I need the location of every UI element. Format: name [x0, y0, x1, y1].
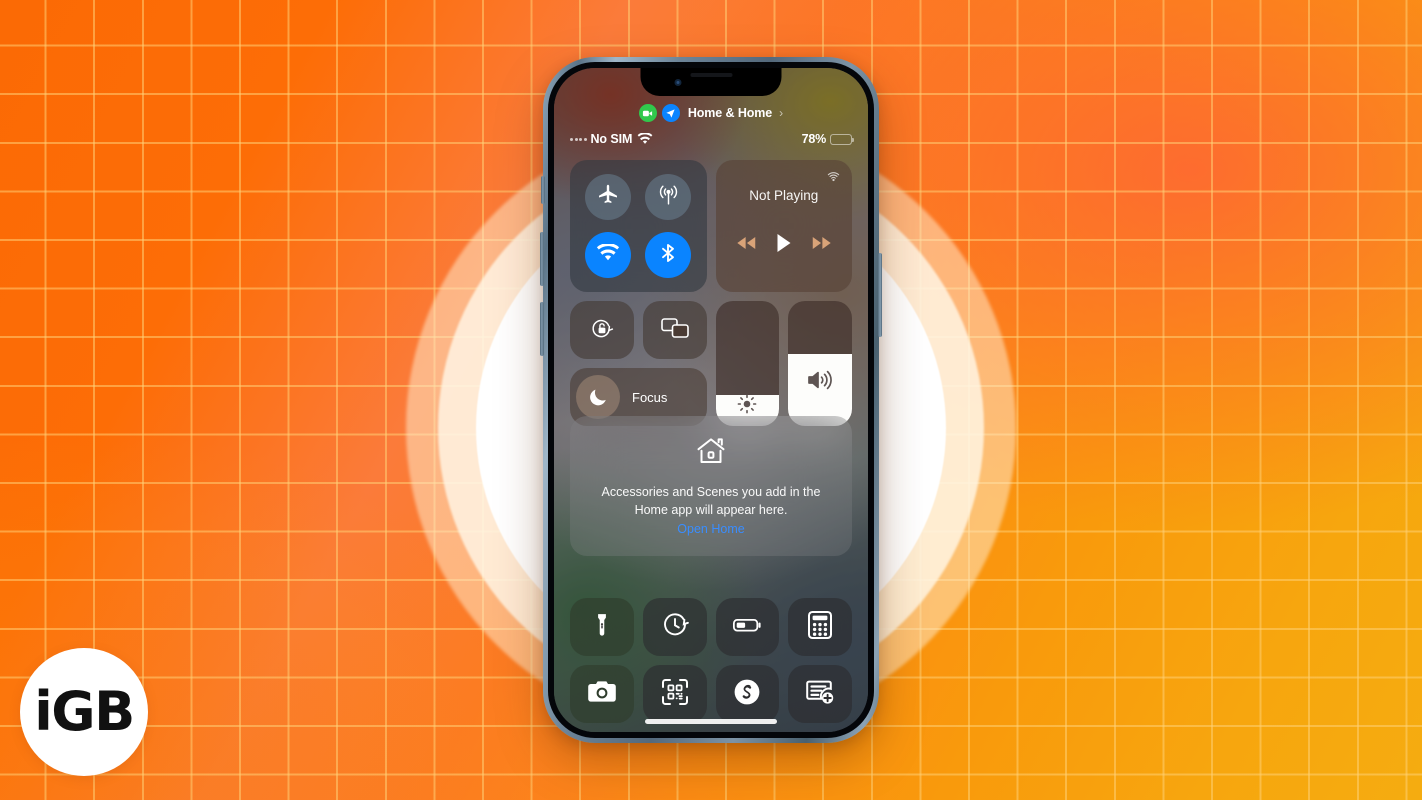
moon-icon	[576, 375, 620, 419]
sliders-column	[715, 301, 852, 426]
earpiece-speaker-icon	[690, 73, 732, 77]
status-bar-right: 78%	[801, 132, 854, 146]
front-camera-icon	[674, 79, 682, 86]
volume-slider[interactable]	[788, 301, 852, 426]
cellular-icon	[656, 182, 681, 212]
battery-icon	[830, 133, 854, 145]
header-title: Home & Home	[687, 106, 773, 120]
screen-mirroring-icon	[660, 315, 690, 346]
fast-forward-icon[interactable]	[811, 236, 832, 255]
signal-strength-dots-icon	[570, 137, 587, 141]
notes-shortcut[interactable]	[788, 665, 852, 723]
connectivity-module[interactable]	[570, 160, 707, 292]
shazam-icon	[733, 678, 761, 711]
camera-icon	[587, 680, 617, 709]
qr-scanner-icon	[661, 678, 689, 711]
open-home-link[interactable]: Open Home	[677, 522, 744, 536]
timer-shortcut[interactable]	[642, 598, 707, 656]
house-icon	[695, 436, 727, 471]
speaker-wave-icon	[788, 368, 852, 392]
bluetooth-icon	[656, 241, 680, 270]
status-bar-left: No SIM	[570, 132, 653, 146]
media-controls	[726, 233, 843, 258]
battery-icon	[732, 615, 762, 640]
battery-percent-label: 78%	[801, 132, 827, 146]
phone-screen: Home & Home › No SIM 78% Not Playing Foc…	[554, 68, 868, 732]
wifi-icon	[596, 242, 620, 267]
camera-shortcut[interactable]	[570, 665, 634, 723]
carrier-label: No SIM	[590, 132, 633, 146]
wifi-icon	[637, 133, 653, 145]
calculator-icon	[808, 610, 833, 644]
rotation-lock-icon	[588, 314, 616, 347]
igb-logo-text: iGB	[34, 680, 135, 743]
chevron-right-icon[interactable]: ›	[779, 106, 783, 120]
flashlight-shortcut[interactable]	[570, 598, 634, 656]
igb-logo: iGB	[20, 648, 148, 776]
focus-label: Focus	[632, 389, 668, 405]
wifi-toggle[interactable]	[585, 232, 632, 278]
timer-icon	[661, 611, 689, 644]
screen-record-icon	[638, 104, 657, 122]
flashlight-icon	[589, 612, 615, 643]
silent-switch-button[interactable]	[541, 176, 545, 204]
shortcuts-grid	[570, 598, 852, 723]
code-scanner-shortcut[interactable]	[642, 665, 707, 723]
small-toggles-row	[570, 301, 707, 359]
bluetooth-toggle[interactable]	[645, 232, 692, 278]
low-power-mode-shortcut[interactable]	[715, 598, 780, 656]
phone-bezel: Home & Home › No SIM 78% Not Playing Foc…	[548, 62, 874, 738]
shazam-shortcut[interactable]	[715, 665, 780, 723]
brightness-slider[interactable]	[715, 301, 780, 426]
rotation-lock-toggle[interactable]	[570, 301, 634, 359]
screenshot-canvas: Home & Home › No SIM 78% Not Playing Foc…	[0, 0, 1422, 800]
control-center-grid: Not Playing Focus	[570, 160, 852, 426]
iphone-device: Home & Home › No SIM 78% Not Playing Foc…	[540, 57, 882, 743]
status-bar: No SIM 78%	[570, 130, 854, 148]
home-description: Accessories and Scenes you add in the Ho…	[601, 484, 821, 517]
volume-up-button[interactable]	[540, 232, 544, 286]
airplay-audio-icon[interactable]	[825, 169, 842, 191]
play-icon[interactable]	[775, 233, 792, 258]
airplane-mode-toggle[interactable]	[585, 174, 632, 220]
control-center: Home & Home › No SIM 78% Not Playing Foc…	[554, 68, 868, 732]
notch	[640, 68, 782, 96]
now-playing-title: Not Playing	[749, 188, 819, 203]
power-button[interactable]	[878, 253, 882, 337]
location-arrow-icon	[661, 104, 680, 122]
control-center-header[interactable]: Home & Home ›	[554, 104, 868, 122]
now-playing-module[interactable]: Not Playing	[715, 160, 852, 292]
cellular-data-toggle[interactable]	[645, 174, 692, 220]
airplane-icon	[596, 183, 620, 212]
home-indicator[interactable]	[645, 719, 777, 724]
notes-add-icon	[806, 679, 834, 710]
brightness-icon	[716, 392, 780, 416]
volume-down-button[interactable]	[540, 302, 544, 356]
controls-column: Focus	[570, 301, 707, 426]
screen-mirroring-toggle[interactable]	[642, 301, 707, 359]
home-module[interactable]: Accessories and Scenes you add in the Ho…	[570, 416, 852, 556]
calculator-shortcut[interactable]	[788, 598, 852, 656]
rewind-icon[interactable]	[736, 236, 757, 255]
